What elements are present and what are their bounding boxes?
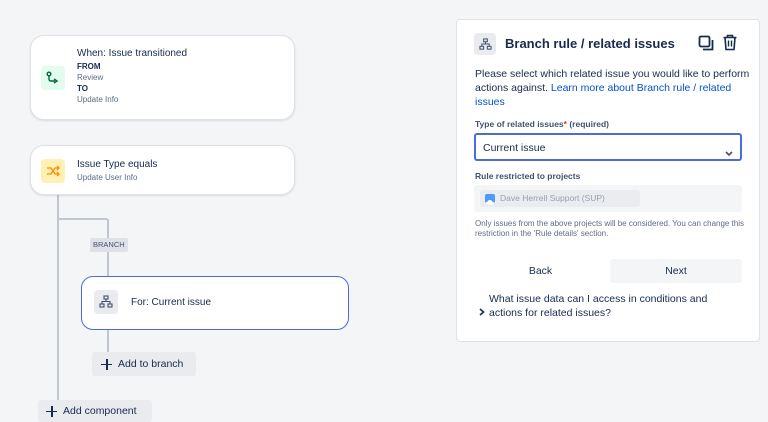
add-to-branch-label: Add to branch (118, 358, 184, 370)
type-field-label: Type of related issues* (required) (475, 119, 609, 129)
chevron-down-icon (725, 144, 733, 157)
plus-icon (101, 358, 112, 370)
branch-rule-icon (474, 33, 496, 55)
flow-connector-branch-h (58, 218, 108, 220)
branch-badge: BRANCH (90, 238, 128, 252)
branch-node-card[interactable]: For: Current issue (81, 276, 349, 330)
cloud-icon (485, 194, 495, 205)
type-label-text: Type of related issues (475, 119, 564, 129)
type-select[interactable]: Current issue (474, 133, 742, 161)
flow-connector-main (57, 194, 59, 404)
trigger-title: When: Issue transitioned (77, 48, 188, 59)
trigger-to-value: Update Info (77, 95, 119, 104)
trigger-icon (41, 66, 65, 90)
config-panel: Branch rule / related issues Please sele… (456, 19, 760, 342)
next-button[interactable]: Next (610, 259, 742, 283)
branch-badge-label: BRANCH (93, 240, 125, 249)
faq-text: What issue data can I access in conditio… (489, 293, 708, 319)
required-text: (required) (569, 119, 610, 129)
trigger-card[interactable]: When: Issue transitioned FROM Review TO … (30, 35, 295, 120)
faq-expander[interactable]: What issue data can I access in conditio… (489, 292, 739, 320)
type-select-value: Current issue (483, 142, 546, 154)
panel-title: Branch rule / related issues (505, 36, 675, 51)
restricted-label: Rule restricted to projects (475, 171, 581, 181)
condition-title: Issue Type equals (77, 159, 158, 170)
plus-icon (46, 405, 57, 417)
project-chip-label: Dave Herrell Support (SUP) (500, 193, 605, 203)
condition-card[interactable]: Issue Type equals Update User Info (30, 145, 295, 195)
copy-icon[interactable] (698, 35, 714, 51)
trigger-to-label: TO (77, 84, 88, 93)
panel-description: Please select which related issue you wo… (475, 67, 757, 109)
add-to-branch-button[interactable]: Add to branch (92, 352, 196, 376)
back-button-label: Back (528, 265, 553, 277)
project-chip: Dave Herrell Support (SUP) (480, 190, 640, 207)
add-component-label: Add component (63, 405, 137, 417)
branch-icon (94, 290, 118, 314)
next-button-label: Next (665, 265, 687, 277)
trigger-from-value: Review (77, 73, 104, 82)
restriction-note: Only issues from the above projects will… (475, 219, 747, 239)
condition-subtitle: Update User Info (77, 173, 138, 182)
condition-icon (41, 159, 65, 183)
restriction-note-text: Only issues from the above projects will… (475, 219, 745, 238)
required-star: * (563, 119, 567, 129)
branch-node-title: For: Current issue (131, 297, 212, 308)
trigger-from-label: FROM (77, 62, 101, 71)
delete-icon[interactable] (722, 34, 738, 51)
back-button[interactable]: Back (474, 259, 607, 283)
projects-box: Dave Herrell Support (SUP) (474, 185, 742, 212)
chevron-right-icon[interactable] (479, 303, 485, 316)
